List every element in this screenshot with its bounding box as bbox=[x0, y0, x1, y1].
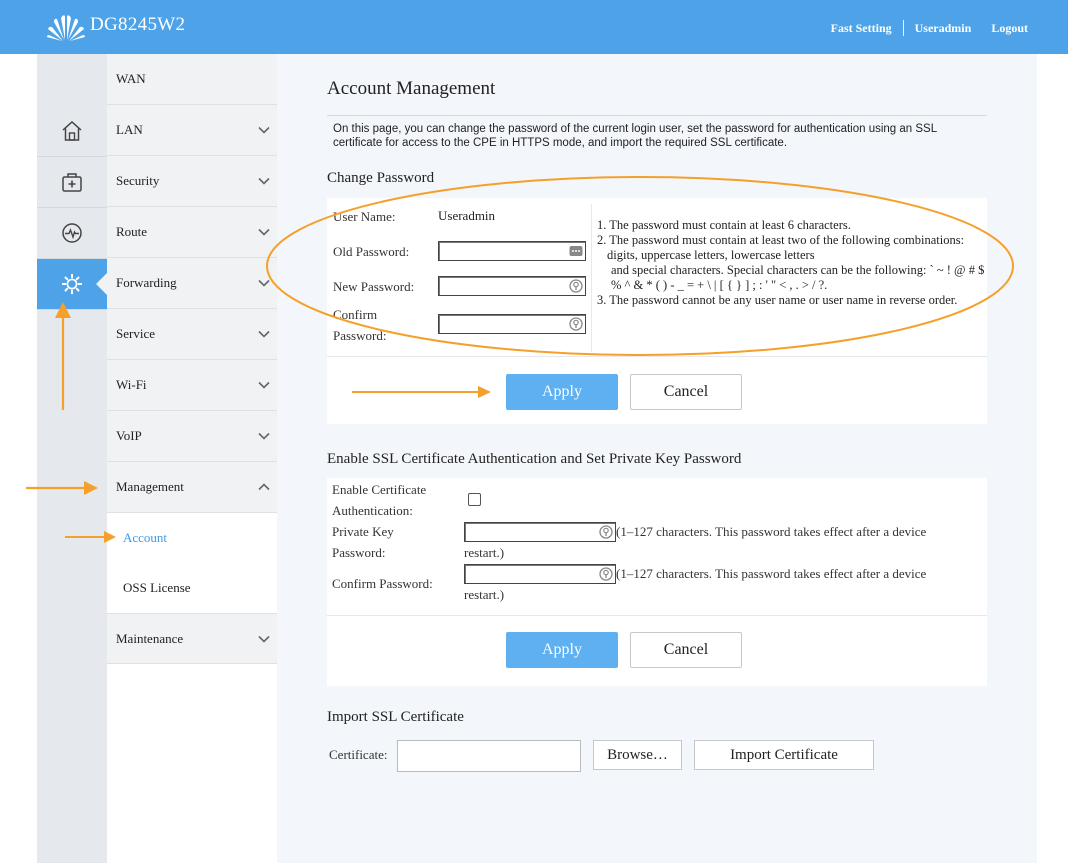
import-section-title: Import SSL Certificate bbox=[327, 709, 464, 725]
menu-item-voip[interactable]: VoIP bbox=[107, 411, 277, 462]
home-icon bbox=[62, 120, 82, 141]
old-password-input[interactable] bbox=[438, 241, 586, 261]
top-nav: Fast Setting Useradmin Logout bbox=[831, 20, 1028, 36]
panel-divider bbox=[327, 356, 987, 357]
browse-button[interactable]: Browse… bbox=[593, 740, 682, 770]
huawei-logo-icon bbox=[47, 15, 85, 41]
cancel-ssl-button[interactable]: Cancel bbox=[630, 632, 742, 668]
menu-item-label: Security bbox=[116, 173, 160, 188]
rail-settings-button[interactable] bbox=[37, 259, 107, 310]
key-icon bbox=[599, 525, 613, 539]
rail-toolbox-button[interactable] bbox=[37, 157, 107, 208]
pulse-icon bbox=[62, 223, 82, 243]
menu-item-service[interactable]: Service bbox=[107, 309, 277, 360]
change-password-panel: User Name: Useradmin Old Password: New P… bbox=[327, 198, 987, 424]
icon-rail bbox=[37, 54, 107, 863]
menu-item-label: Route bbox=[116, 224, 148, 239]
side-menu: WAN LAN Security Route Forwarding Servic… bbox=[107, 54, 277, 863]
apply-password-button[interactable]: Apply bbox=[506, 374, 618, 410]
ssl-confirm-label: Confirm Password: bbox=[332, 576, 433, 591]
old-password-label: Old Password: bbox=[333, 244, 410, 259]
main-content: Account Management On this page, you can… bbox=[277, 54, 1037, 863]
private-key-hint: (1–127 characters. This password takes e… bbox=[616, 524, 927, 539]
menu-item-label: Wi-Fi bbox=[116, 377, 147, 392]
certificate-label: Certificate: bbox=[329, 747, 388, 762]
menu-item-security[interactable]: Security bbox=[107, 156, 277, 207]
ssl-confirm-input[interactable] bbox=[464, 564, 616, 584]
menu-item-label: WAN bbox=[116, 71, 146, 86]
user-name-value: Useradmin bbox=[438, 208, 496, 223]
certificate-path-input[interactable] bbox=[397, 740, 581, 772]
chevron-up-icon bbox=[258, 483, 270, 491]
ssl-panel: Enable Certificate Authentication: Priva… bbox=[327, 478, 987, 686]
confirm-password-label: Confirm Password: bbox=[333, 307, 387, 343]
private-key-input[interactable] bbox=[464, 522, 616, 542]
password-rules: 1. The password must contain at least 6 … bbox=[597, 218, 985, 307]
active-indicator bbox=[96, 273, 107, 295]
menu-item-forwarding[interactable]: Forwarding bbox=[107, 258, 277, 309]
chevron-down-icon bbox=[258, 126, 270, 134]
nav-divider bbox=[902, 20, 904, 36]
user-name-label: User Name: bbox=[333, 209, 396, 224]
menu-item-wan[interactable]: WAN bbox=[107, 54, 277, 105]
page-title: Account Management bbox=[327, 78, 496, 99]
menu-item-label: Management bbox=[116, 479, 184, 494]
logout-link[interactable]: Logout bbox=[991, 21, 1028, 36]
page-description: On this page, you can change the passwor… bbox=[333, 123, 937, 149]
chevron-down-icon bbox=[258, 635, 270, 643]
menu-item-wifi[interactable]: Wi-Fi bbox=[107, 360, 277, 411]
change-password-title: Change Password bbox=[327, 170, 435, 186]
gear-icon bbox=[61, 273, 83, 295]
ssl-confirm-hint-cont: restart.) bbox=[464, 587, 505, 602]
cancel-password-button[interactable]: Cancel bbox=[630, 374, 742, 410]
enable-cert-checkbox[interactable] bbox=[468, 493, 481, 506]
top-bar: DG8245W2 Fast Setting Useradmin Logout bbox=[0, 0, 1068, 54]
menu-item-label: Maintenance bbox=[116, 630, 184, 646]
column-divider bbox=[591, 204, 592, 352]
user-link[interactable]: Useradmin bbox=[915, 21, 972, 36]
rail-home-button[interactable] bbox=[37, 106, 107, 157]
password-dots-icon bbox=[569, 246, 583, 256]
submenu-item-account[interactable]: Account bbox=[107, 513, 277, 563]
fast-setting-link[interactable]: Fast Setting bbox=[831, 21, 892, 36]
chevron-down-icon bbox=[258, 177, 270, 185]
private-key-label: Private Key Password: bbox=[332, 524, 394, 560]
ssl-confirm-hint: (1–127 characters. This password takes e… bbox=[616, 566, 927, 581]
ssl-section-title: Enable SSL Certificate Authentication an… bbox=[327, 451, 742, 467]
device-model: DG8245W2 bbox=[90, 14, 186, 35]
menu-item-route[interactable]: Route bbox=[107, 207, 277, 258]
chevron-down-icon bbox=[258, 228, 270, 236]
submenu-item-oss-license[interactable]: OSS License bbox=[107, 563, 277, 613]
rail-status-button[interactable] bbox=[37, 208, 107, 259]
toolbox-icon bbox=[62, 173, 82, 192]
panel-divider bbox=[327, 615, 987, 616]
menu-item-lan[interactable]: LAN bbox=[107, 105, 277, 156]
title-divider bbox=[327, 115, 987, 116]
new-password-input[interactable] bbox=[438, 276, 586, 296]
apply-ssl-button[interactable]: Apply bbox=[506, 632, 618, 668]
key-icon bbox=[599, 567, 613, 581]
import-certificate-button[interactable]: Import Certificate bbox=[694, 740, 874, 770]
menu-item-management[interactable]: Management bbox=[107, 462, 277, 513]
enable-cert-label: Enable Certificate Authentication: bbox=[332, 482, 427, 518]
private-key-hint-cont: restart.) bbox=[464, 545, 505, 560]
menu-item-label: LAN bbox=[116, 122, 143, 137]
menu-item-label: VoIP bbox=[116, 428, 142, 443]
chevron-down-icon bbox=[258, 330, 270, 338]
key-icon bbox=[569, 279, 583, 293]
confirm-password-input[interactable] bbox=[438, 314, 586, 334]
chevron-down-icon bbox=[258, 279, 270, 287]
menu-item-label: Forwarding bbox=[116, 275, 177, 290]
menu-item-label: Service bbox=[116, 326, 155, 341]
chevron-down-icon bbox=[258, 432, 270, 440]
new-password-label: New Password: bbox=[333, 279, 415, 294]
key-icon bbox=[569, 317, 583, 331]
menu-item-maintenance[interactable]: Maintenance bbox=[107, 613, 277, 664]
chevron-down-icon bbox=[258, 381, 270, 389]
